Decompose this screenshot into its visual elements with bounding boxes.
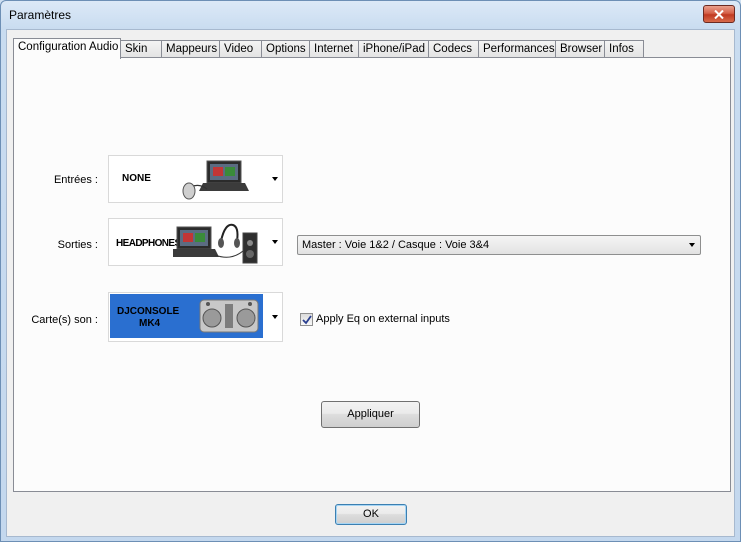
soundcard-preview: DJCONSOLE MK4 <box>110 294 263 338</box>
tab-label: Configuration Audio <box>18 41 119 53</box>
inputs-dropdown[interactable]: NONE <box>108 155 283 203</box>
apply-eq-label: Apply Eq on external inputs <box>316 313 450 325</box>
inputs-label: Entrées : <box>53 174 98 186</box>
tab-options[interactable]: Options <box>261 40 310 58</box>
tab-label: iPhone/iPad <box>363 43 426 55</box>
dialog-body: Configuration Audio Skin Mappeurs Video … <box>6 29 735 537</box>
tab-configuration-audio[interactable]: Configuration Audio <box>13 38 121 59</box>
title-bar: Paramètres <box>1 1 740 29</box>
soundcard-value-line2: MK4 <box>139 318 161 329</box>
chevron-down-icon <box>272 315 278 319</box>
tab-label: Performances <box>483 43 555 55</box>
dj-controller-icon <box>199 299 259 333</box>
tab-label: Codecs <box>433 43 472 55</box>
tab-label: Internet <box>314 43 353 55</box>
checkbox-box[interactable] <box>300 313 313 326</box>
tab-video[interactable]: Video <box>219 40 262 58</box>
checkmark-icon <box>302 315 312 325</box>
tab-label: Options <box>266 43 306 55</box>
outputs-value: HEADPHONES <box>116 238 181 249</box>
close-button[interactable] <box>703 5 735 23</box>
soundcard-dropdown[interactable]: DJCONSOLE MK4 <box>108 292 283 342</box>
tab-label: Browser <box>560 43 603 55</box>
tab-performances[interactable]: Performances <box>478 40 556 58</box>
apply-button[interactable]: Appliquer <box>321 401 420 428</box>
soundcard-label: Carte(s) son : <box>31 314 98 326</box>
tab-infos[interactable]: Infos <box>604 40 644 58</box>
close-icon <box>714 9 724 19</box>
tab-skin[interactable]: Skin <box>120 40 162 58</box>
tab-iphone-ipad[interactable]: iPhone/iPad <box>358 40 429 58</box>
soundcard-value-line1: DJCONSOLE <box>117 306 180 317</box>
inputs-value: NONE <box>122 173 151 184</box>
tab-internet[interactable]: Internet <box>309 40 359 58</box>
ok-button[interactable]: OK <box>335 504 407 525</box>
outputs-dropdown[interactable]: HEADPHONES <box>108 218 283 266</box>
tab-label: Infos <box>609 43 634 55</box>
laptop-headphones-speaker-icon <box>173 223 258 264</box>
tab-mappeurs[interactable]: Mappeurs <box>161 40 220 58</box>
chevron-down-icon <box>272 177 278 181</box>
output-routing-value: Master : Voie 1&2 / Casque : Voie 3&4 <box>302 239 490 251</box>
audio-config-panel: Entrées : NONE Sorties : HEADPHONES Mast… <box>13 57 731 492</box>
output-routing-select[interactable]: Master : Voie 1&2 / Casque : Voie 3&4 <box>297 235 701 255</box>
chevron-down-icon <box>689 243 695 247</box>
tab-label: Skin <box>125 43 148 55</box>
tab-label: Video <box>224 43 254 55</box>
chevron-down-icon <box>272 240 278 244</box>
tab-codecs[interactable]: Codecs <box>428 40 479 58</box>
window-title: Paramètres <box>9 8 72 22</box>
settings-window: Paramètres Configuration Audio Skin Mapp… <box>0 0 741 542</box>
laptop-mouse-icon <box>182 160 249 200</box>
outputs-label: Sorties : <box>57 239 98 251</box>
tab-browser[interactable]: Browser <box>555 40 605 58</box>
tab-label: Mappeurs <box>166 43 218 55</box>
